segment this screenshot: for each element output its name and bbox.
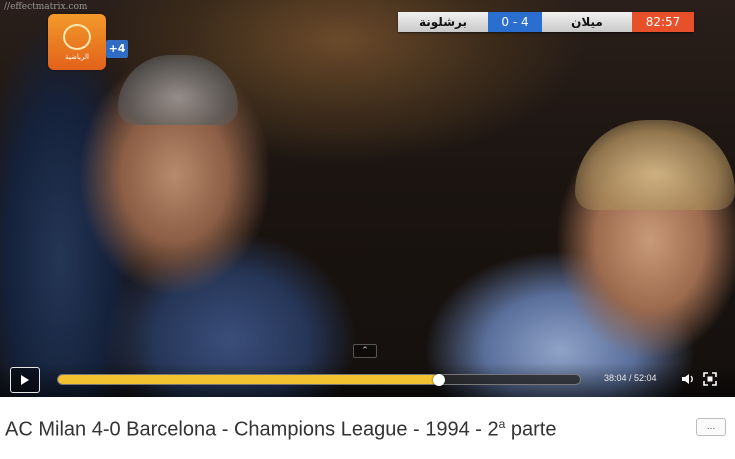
scoreboard-team-home: ميلان — [542, 12, 632, 32]
progress-fill — [58, 375, 440, 384]
watermark-text: //effectmatrix.com — [4, 2, 88, 12]
player-controls: 38:04 / 52:04 — [0, 363, 735, 397]
video-title-tail: parte — [505, 418, 557, 441]
scoreboard-score: 0 - 4 — [488, 12, 542, 32]
chevron-up-icon[interactable]: ⌃ — [353, 344, 377, 358]
time-display: 38:04 / 52:04 — [604, 373, 657, 383]
channel-plus-badge: +4 — [106, 40, 128, 58]
scoreboard: برشلونة 0 - 4 ميلان 82:57 — [398, 12, 694, 32]
progress-bar[interactable] — [57, 373, 581, 386]
scoreboard-team-away: برشلونة — [398, 12, 488, 32]
progress-handle[interactable] — [433, 373, 446, 386]
fullscreen-icon[interactable] — [703, 372, 717, 386]
video-frame[interactable]: //effectmatrix.com الرياضية +4 برشلونة 0… — [0, 0, 735, 397]
channel-logo: الرياضية — [48, 14, 106, 70]
play-button[interactable] — [10, 367, 40, 393]
scoreboard-clock: 82:57 — [632, 12, 694, 32]
channel-logo-icon — [63, 23, 91, 50]
volume-icon[interactable] — [681, 372, 695, 386]
video-title-main: AC Milan 4-0 Barcelona - Champions Leagu… — [5, 418, 499, 441]
video-title: AC Milan 4-0 Barcelona - Champions Leagu… — [5, 417, 556, 442]
video-image-person-right — [575, 120, 735, 210]
video-image-person-left — [118, 55, 238, 125]
more-options-button[interactable]: ... — [696, 418, 726, 436]
play-icon — [21, 375, 29, 385]
channel-logo-text: الرياضية — [65, 52, 89, 61]
